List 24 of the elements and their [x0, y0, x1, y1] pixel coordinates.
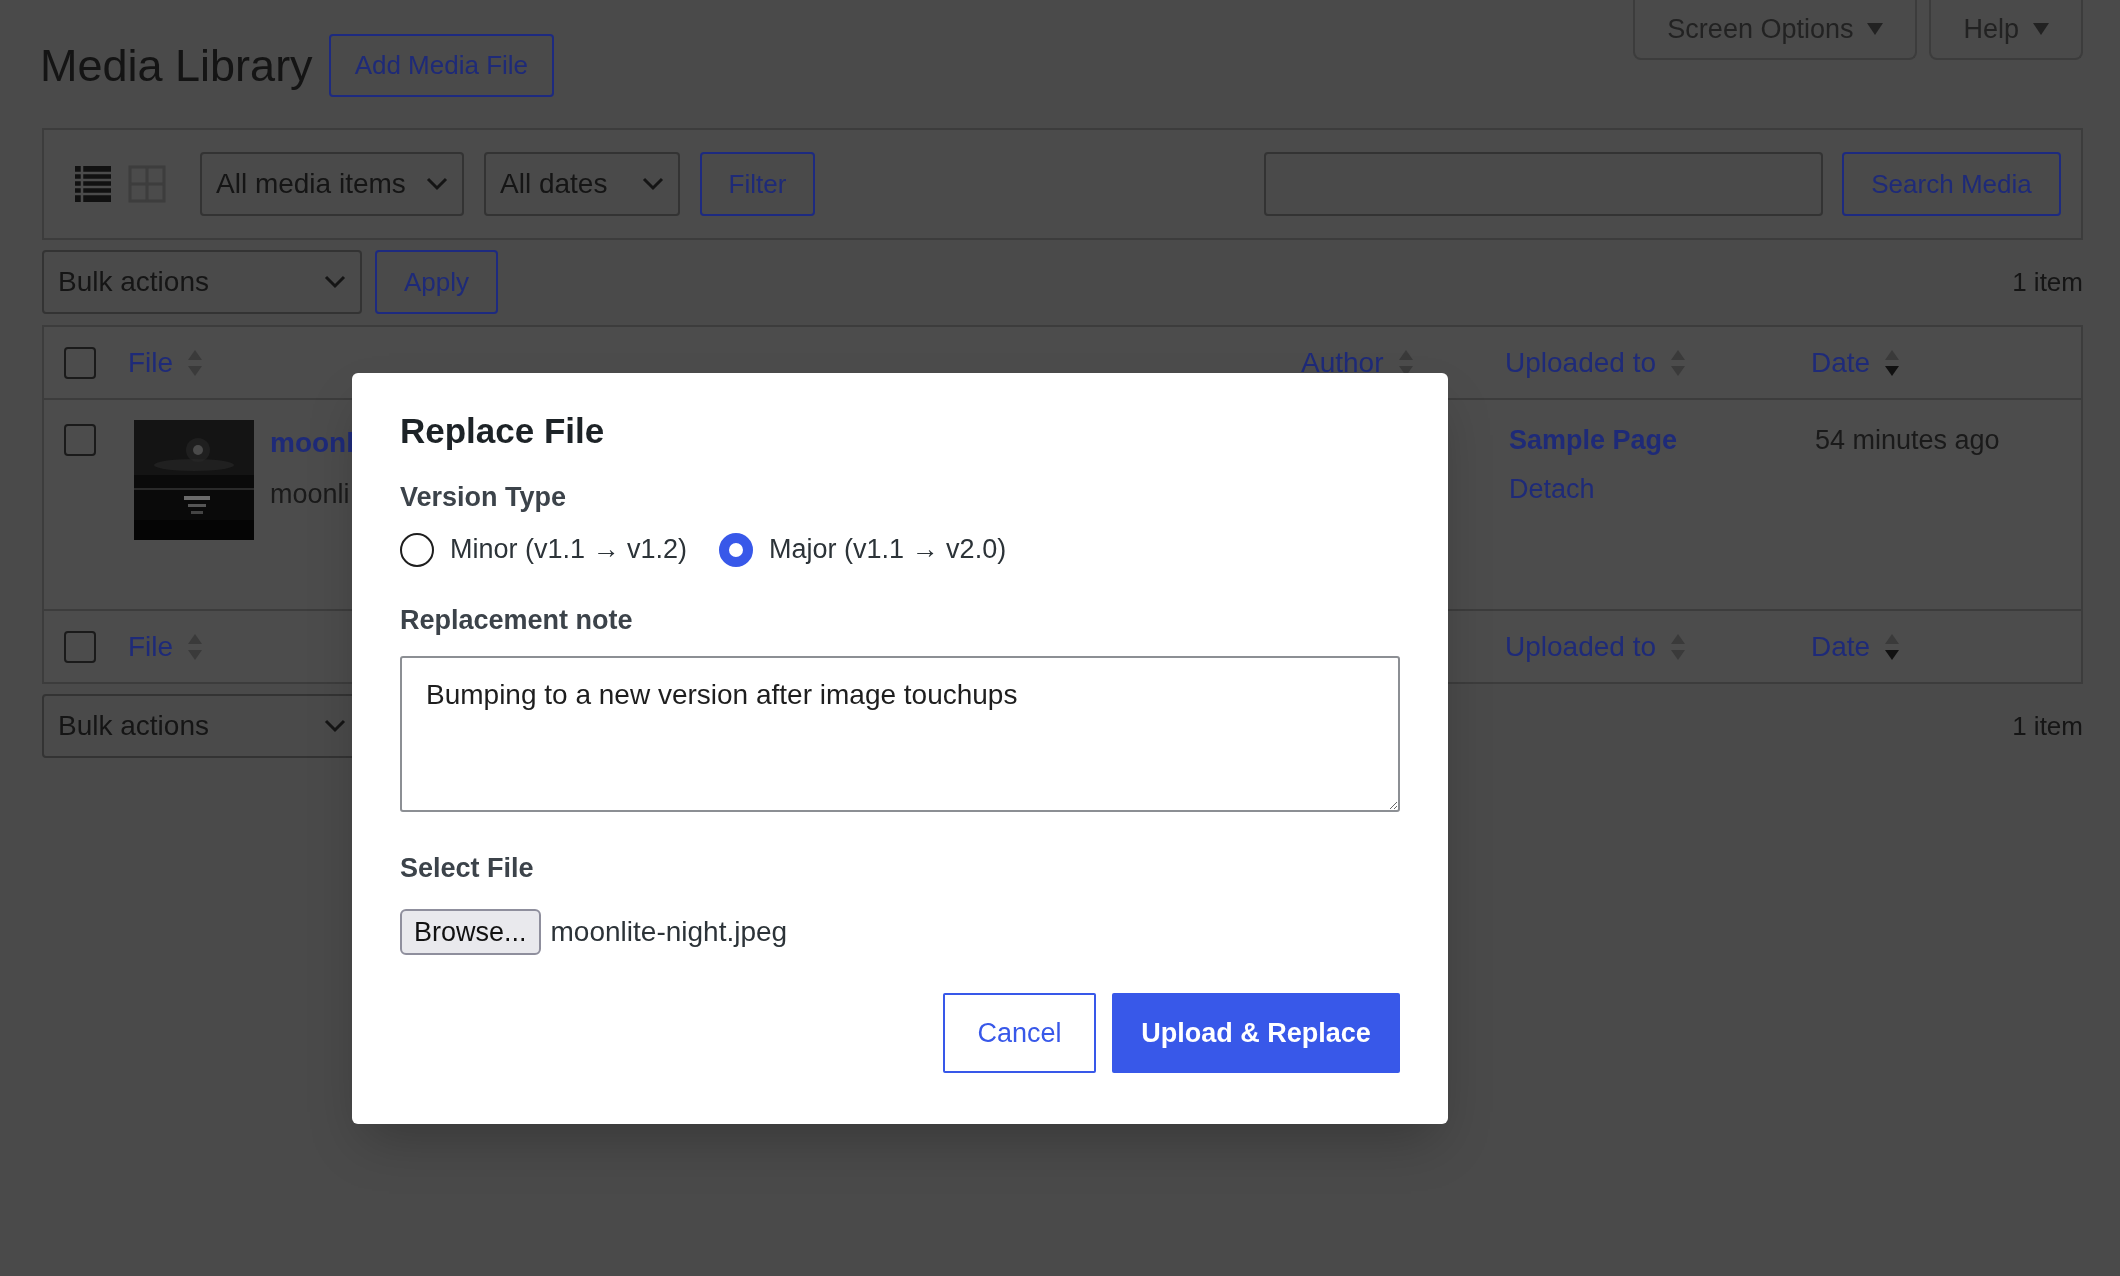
caret-icon: [1867, 23, 1884, 35]
chevron-icon: [324, 719, 346, 733]
dialog-title: Replace File: [400, 410, 606, 452]
radio-button[interactable]: [719, 532, 754, 567]
radio-label: Major (v1.1 → v2.0): [769, 533, 1007, 567]
field-label: Select File: [400, 852, 535, 886]
list-view-icon[interactable]: [74, 165, 112, 203]
radio-label: Minor (v1.1 → v1.2): [450, 533, 688, 567]
browse-button[interactable]: Browse...: [400, 908, 541, 955]
field-label: Version Type: [400, 480, 568, 514]
search-field[interactable]: [1264, 152, 1823, 216]
field-label: Replacement note: [400, 603, 634, 637]
chevron-icon: [642, 177, 664, 191]
chevron-icon: [426, 177, 448, 191]
checkbox[interactable]: [64, 346, 96, 379]
caret-icon: [2033, 23, 2049, 35]
cancel-button[interactable]: Cancel: [943, 992, 1096, 1073]
checkbox[interactable]: [64, 630, 96, 663]
note-field[interactable]: Bumping to a new version after image touchups: [400, 656, 1400, 813]
file-name: moonlite-night.jpeg: [550, 914, 788, 949]
chevron-icon: [324, 275, 346, 289]
radio-button[interactable]: [400, 532, 434, 567]
upload-replace-button[interactable]: Upload & Replace: [1112, 992, 1400, 1073]
checkbox[interactable]: [64, 424, 96, 456]
